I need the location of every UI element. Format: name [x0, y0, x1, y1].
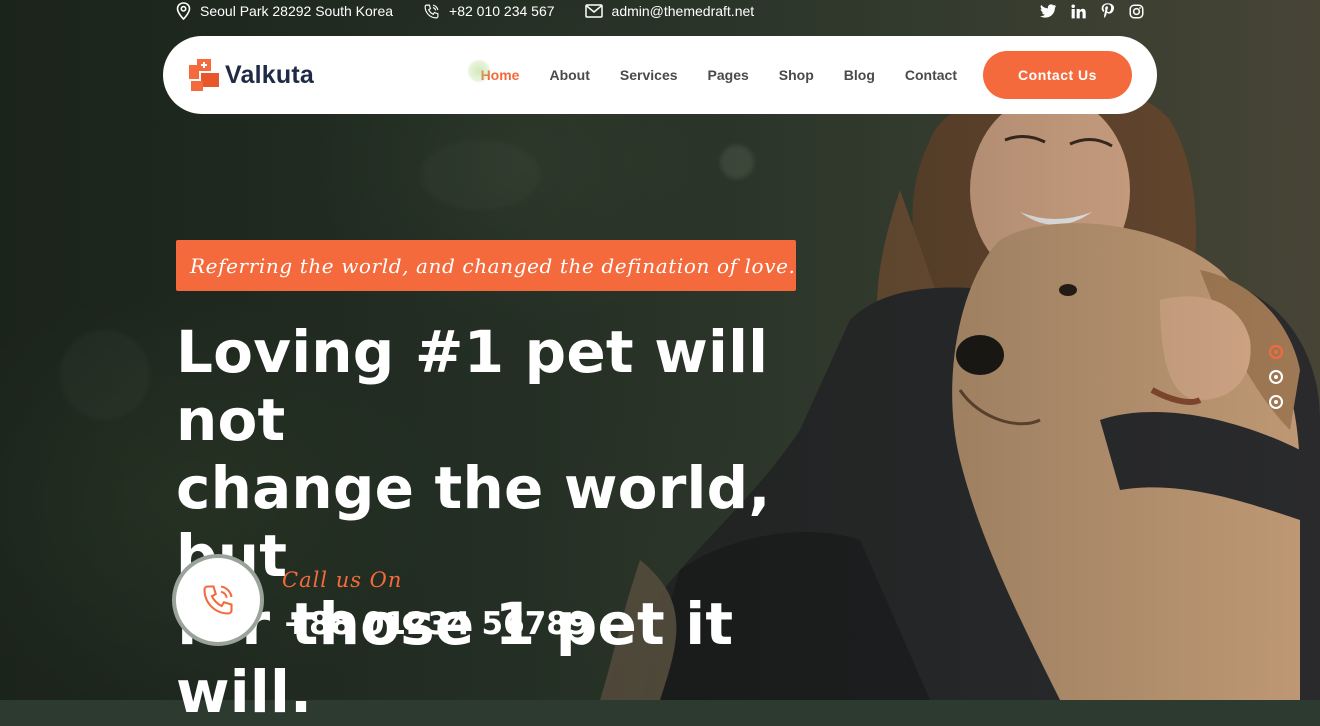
nav-blog[interactable]: Blog — [844, 67, 875, 83]
nav-shop[interactable]: Shop — [779, 67, 814, 83]
hero-headline: Loving #1 pet will not change the world,… — [176, 318, 856, 726]
nav-home[interactable]: Home — [466, 59, 519, 83]
pinterest-icon[interactable] — [1101, 3, 1114, 19]
email-text: admin@themedraft.net — [611, 3, 755, 19]
slider-dot-2[interactable] — [1269, 370, 1283, 384]
main-nav: Home About Services Pages Shop Blog Cont… — [451, 59, 957, 83]
address-item: Seoul Park 28292 South Korea — [176, 2, 393, 20]
instagram-icon[interactable] — [1129, 4, 1144, 19]
logo-mark-icon — [189, 59, 219, 91]
slider-dots — [1269, 345, 1283, 409]
phone-item[interactable]: +82 010 234 567 — [423, 3, 555, 20]
twitter-icon[interactable] — [1040, 4, 1056, 18]
call-button[interactable] — [172, 554, 264, 646]
hero-tagline: Referring the world, and changed the def… — [176, 240, 796, 291]
linkedin-icon[interactable] — [1071, 3, 1086, 19]
phone-text: +82 010 234 567 — [449, 3, 555, 19]
nav-pages[interactable]: Pages — [708, 67, 749, 83]
headline-line: Loving #1 pet will not — [176, 318, 769, 454]
phone-icon — [424, 4, 439, 18]
nav-services[interactable]: Services — [620, 67, 678, 83]
email-item[interactable]: admin@themedraft.net — [584, 3, 755, 19]
main-navbar: Valkuta Home About Services Pages Shop B… — [163, 36, 1157, 114]
headline-line: change the world, but — [176, 454, 771, 590]
phone-call-icon — [203, 585, 233, 615]
nav-contact[interactable]: Contact — [905, 67, 957, 83]
brand-name: Valkuta — [225, 60, 314, 89]
mail-icon — [584, 4, 603, 18]
location-icon — [176, 2, 191, 20]
contact-us-button[interactable]: Contact Us — [983, 51, 1132, 99]
nav-about[interactable]: About — [549, 67, 589, 83]
call-label: Call us On — [282, 568, 403, 592]
brand-logo[interactable]: Valkuta — [189, 59, 314, 91]
social-links — [1040, 3, 1144, 19]
address-text: Seoul Park 28292 South Korea — [200, 3, 394, 19]
top-bar: Seoul Park 28292 South Korea +82 010 234… — [176, 0, 1144, 22]
slider-dot-1[interactable] — [1269, 345, 1283, 359]
slider-dot-3[interactable] — [1269, 395, 1283, 409]
call-phone-number[interactable]: +88 01234 56789 — [283, 606, 589, 642]
